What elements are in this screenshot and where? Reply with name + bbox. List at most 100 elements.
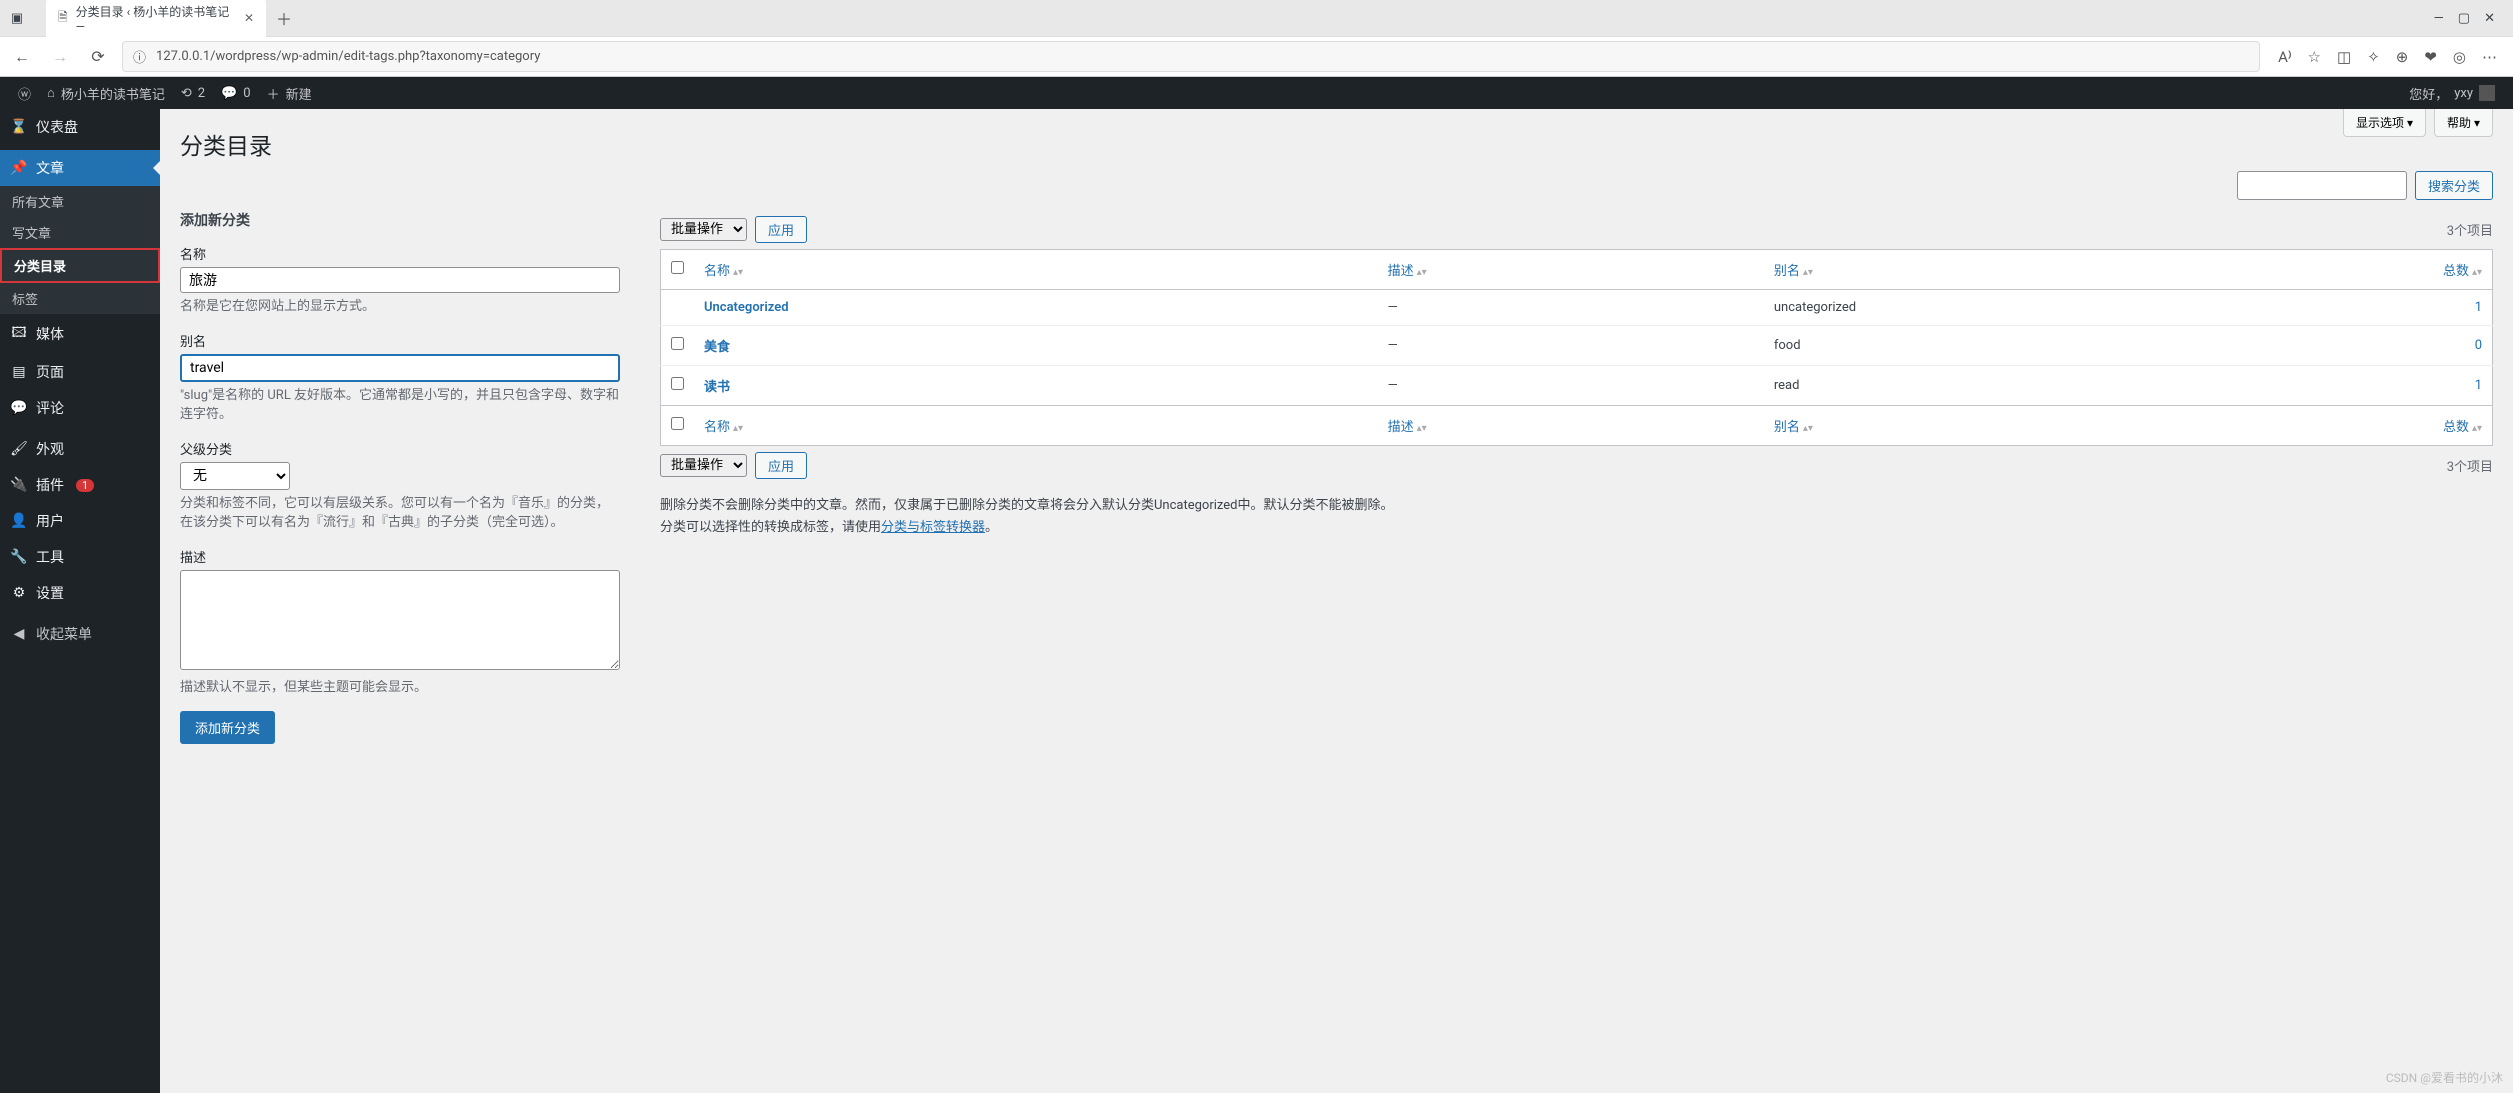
col-name-foot[interactable]: 名称▴▾ [704, 420, 743, 435]
menu-dashboard[interactable]: ⌛仪表盘 [0, 109, 160, 145]
media-icon: 🖾 [10, 322, 28, 346]
performance-icon[interactable]: ❤ [2424, 48, 2437, 66]
col-desc[interactable]: 描述▴▾ [1388, 264, 1427, 279]
row-posts-link[interactable]: 0 [2475, 338, 2482, 353]
site-name-link[interactable]: ⌂杨小羊的读书笔记 [39, 77, 173, 109]
favorite-icon[interactable]: ☆ [2308, 48, 2321, 66]
more-icon[interactable]: ⋯ [2482, 48, 2497, 66]
apply-button-top[interactable]: 应用 [755, 216, 807, 243]
row-name-link[interactable]: 美食 [704, 340, 730, 355]
close-tab-icon[interactable]: ✕ [244, 11, 254, 25]
favorites-bar-icon[interactable]: ✧ [2367, 48, 2380, 66]
menu-media[interactable]: 🖾媒体 [0, 314, 160, 354]
row-slug: uncategorized [1764, 290, 2433, 326]
help-button[interactable]: 帮助 ▾ [2434, 109, 2493, 137]
name-desc: 名称是它在您网站上的显示方式。 [180, 297, 620, 317]
site-info-icon[interactable]: ⓘ [133, 47, 146, 66]
footer-notes: 删除分类不会删除分类中的文章。然而，仅隶属于已删除分类的文章将会分入默认分类Un… [660, 495, 2493, 539]
desc-textarea[interactable] [180, 570, 620, 670]
window-minimize[interactable]: — [2434, 11, 2444, 26]
items-count-bottom: 3个项目 [2447, 456, 2493, 475]
col-slug[interactable]: 别名▴▾ [1774, 264, 1813, 279]
desc-label: 描述 [180, 547, 620, 566]
submenu-categories[interactable]: 分类目录 [0, 248, 160, 283]
select-all-top[interactable] [671, 261, 684, 274]
row-name-link[interactable]: Uncategorized [704, 300, 789, 315]
menu-posts[interactable]: 📌文章 [0, 150, 160, 186]
col-desc-foot[interactable]: 描述▴▾ [1388, 420, 1427, 435]
row-posts-link[interactable]: 1 [2475, 378, 2482, 393]
bulk-action-select-top[interactable]: 批量操作 [660, 218, 747, 241]
screen-options-button[interactable]: 显示选项 ▾ [2343, 109, 2426, 137]
menu-appearance[interactable]: 🖌外观 [0, 431, 160, 467]
collapse-icon: ◀ [10, 626, 28, 642]
parent-select[interactable]: 无 [180, 462, 290, 490]
new-content-link[interactable]: ＋新建 [259, 77, 320, 109]
account-link[interactable]: 您好， yxy [2401, 84, 2503, 103]
split-icon[interactable]: ◫ [2337, 48, 2351, 66]
col-slug-foot[interactable]: 别名▴▾ [1774, 420, 1813, 435]
select-all-bottom[interactable] [671, 417, 684, 430]
submenu-all-posts[interactable]: 所有文章 [0, 186, 160, 217]
window-close[interactable]: ✕ [2484, 11, 2495, 26]
new-tab-button[interactable]: ＋ [266, 2, 302, 34]
field-description: 描述 描述默认不显示，但某些主题可能会显示。 [180, 547, 620, 698]
comment-icon: 💬 [221, 86, 237, 101]
bulk-action-select-bottom[interactable]: 批量操作 [660, 454, 747, 477]
table-row: 读书 — read 1 [661, 366, 2493, 406]
plugin-icon: 🔌 [10, 477, 28, 493]
menu-tools[interactable]: 🔧工具 [0, 539, 160, 575]
back-button[interactable]: ← [8, 47, 36, 67]
menu-users[interactable]: 👤用户 [0, 503, 160, 539]
window-maximize[interactable]: ▢ [2458, 11, 2470, 26]
posts-submenu: 所有文章 写文章 分类目录 标签 [0, 186, 160, 314]
updates-link[interactable]: ⟲2 [173, 77, 213, 109]
name-input[interactable] [180, 267, 620, 293]
menu-settings[interactable]: ⚙设置 [0, 575, 160, 611]
menu-collapse[interactable]: ◀收起菜单 [0, 616, 160, 652]
title-bar: ▣ 🗎 分类目录 ‹ 杨小羊的读书笔记 — ✕ ＋ — ▢ ✕ [0, 0, 2513, 36]
row-name-link[interactable]: 读书 [704, 380, 730, 395]
screen-meta: 显示选项 ▾ 帮助 ▾ [2343, 109, 2493, 137]
col-posts[interactable]: 总数▴▾ [2443, 264, 2482, 279]
wp-logo[interactable]: ⓦ [10, 77, 39, 109]
menu-comments[interactable]: 💬评论 [0, 390, 160, 426]
submenu-new-post[interactable]: 写文章 [0, 217, 160, 248]
form-heading: 添加新分类 [180, 210, 620, 230]
search-button[interactable]: 搜索分类 [2415, 171, 2493, 200]
col-posts-foot[interactable]: 总数▴▾ [2443, 420, 2482, 435]
row-checkbox[interactable] [671, 337, 684, 350]
url-bar[interactable]: ⓘ 127.0.0.1/wordpress/wp-admin/edit-tags… [122, 41, 2260, 72]
categories-table: 名称▴▾ 描述▴▾ 别名▴▾ 总数▴▾ Uncategorized — unca… [660, 249, 2493, 446]
submenu-tags[interactable]: 标签 [0, 283, 160, 314]
slug-input[interactable] [180, 354, 620, 382]
collections-icon[interactable]: ⊕ [2396, 48, 2409, 66]
url-text: 127.0.0.1/wordpress/wp-admin/edit-tags.p… [156, 49, 540, 64]
converter-link[interactable]: 分类与标签转换器 [881, 520, 985, 535]
col-name[interactable]: 名称▴▾ [704, 264, 743, 279]
row-checkbox[interactable] [671, 377, 684, 390]
row-slug: read [1764, 366, 2433, 406]
slug-label: 别名 [180, 331, 620, 350]
submit-button[interactable]: 添加新分类 [180, 711, 275, 744]
row-posts-link[interactable]: 1 [2475, 300, 2482, 315]
row-desc: — [1378, 366, 1764, 406]
tabs-icon[interactable]: ▣ [8, 11, 26, 26]
search-input[interactable] [2237, 171, 2407, 200]
row-slug: food [1764, 326, 2433, 366]
tablenav-bottom: 批量操作 应用 3个项目 [660, 452, 2493, 479]
update-icon: ⟲ [181, 86, 192, 101]
field-slug: 别名 "slug"是名称的 URL 友好版本。它通常都是小写的，并且只包含字母、… [180, 331, 620, 425]
extension-icon[interactable]: ◎ [2453, 48, 2466, 66]
read-aloud-icon[interactable]: A⁾ [2278, 48, 2291, 66]
menu-plugins[interactable]: 🔌插件1 [0, 467, 160, 503]
add-category-form: 添加新分类 名称 名称是它在您网站上的显示方式。 别名 "slug"是名称的 U… [180, 210, 620, 744]
forward-button[interactable]: → [46, 47, 74, 67]
apply-button-bottom[interactable]: 应用 [755, 452, 807, 479]
browser-tab[interactable]: 🗎 分类目录 ‹ 杨小羊的读书笔记 — ✕ [46, 0, 266, 40]
admin-sidebar: ⌛仪表盘 📌文章 所有文章 写文章 分类目录 标签 🖾媒体 ▤页面 💬评论 🖌外… [0, 109, 160, 1093]
reload-button[interactable]: ⟳ [84, 47, 112, 66]
page-title: 分类目录 [180, 109, 2493, 171]
menu-pages[interactable]: ▤页面 [0, 354, 160, 390]
comments-link[interactable]: 💬0 [213, 77, 259, 109]
